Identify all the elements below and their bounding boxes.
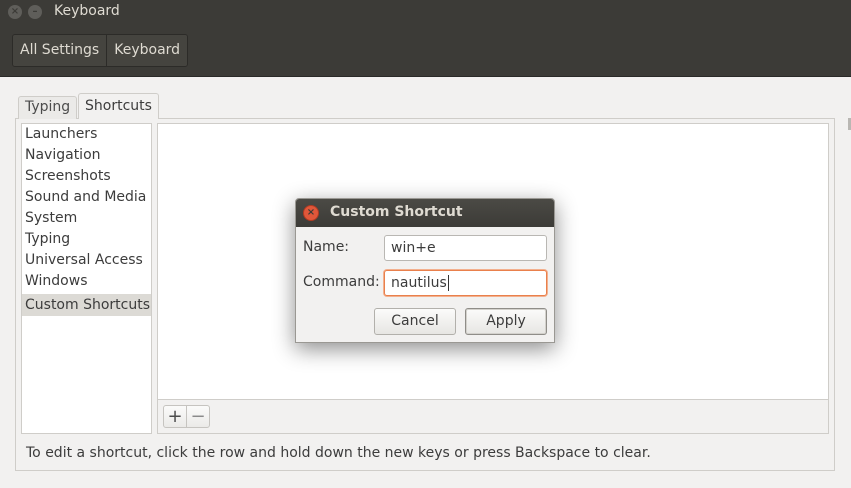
breadcrumb: All Settings Keyboard	[12, 34, 189, 67]
dialog-titlebar: × Custom Shortcut	[296, 199, 554, 227]
breadcrumb-all-settings[interactable]: All Settings	[13, 35, 107, 66]
category-screenshots[interactable]: Screenshots	[22, 166, 151, 187]
category-launchers[interactable]: Launchers	[22, 124, 151, 145]
category-navigation[interactable]: Navigation	[22, 145, 151, 166]
tab-typing[interactable]: Typing	[18, 96, 78, 119]
category-windows[interactable]: Windows	[22, 271, 151, 292]
dialog-title: Custom Shortcut	[330, 204, 463, 220]
category-universal-access[interactable]: Universal Access	[22, 250, 151, 271]
window-titlebar: × – Keyboard	[0, 0, 851, 25]
window-title: Keyboard	[54, 3, 120, 19]
text-cursor	[447, 275, 449, 291]
apply-button[interactable]: Apply	[465, 308, 547, 335]
shortcut-list-toolbar: + −	[157, 400, 829, 434]
window-minimize-icon[interactable]: –	[28, 5, 42, 19]
tab-shortcuts[interactable]: Shortcuts	[78, 93, 159, 119]
command-label: Command:	[303, 274, 380, 290]
category-custom-shortcuts[interactable]: Custom Shortcuts	[22, 294, 151, 316]
dialog-close-icon[interactable]: ×	[303, 205, 319, 221]
category-system[interactable]: System	[22, 208, 151, 229]
remove-shortcut-button[interactable]: −	[186, 405, 210, 428]
category-typing[interactable]: Typing	[22, 229, 151, 250]
command-field[interactable]: nautilus	[384, 270, 547, 296]
window-close-icon[interactable]: ×	[8, 5, 22, 19]
command-field-value: nautilus	[391, 275, 447, 291]
help-text: To edit a shortcut, click the row and ho…	[26, 445, 651, 461]
category-sound-and-media[interactable]: Sound and Media	[22, 187, 151, 208]
breadcrumb-keyboard[interactable]: Keyboard	[106, 35, 188, 66]
name-label: Name:	[303, 239, 350, 255]
name-field-value: win+e	[391, 240, 436, 256]
custom-shortcut-dialog: × Custom Shortcut Name: win+e Command: n…	[295, 198, 555, 343]
shortcut-category-list: Launchers Navigation Screenshots Sound a…	[21, 123, 152, 434]
header-toolbar: All Settings Keyboard	[0, 25, 851, 77]
add-shortcut-button[interactable]: +	[163, 405, 187, 428]
cancel-button[interactable]: Cancel	[374, 308, 456, 335]
name-field[interactable]: win+e	[384, 235, 547, 261]
